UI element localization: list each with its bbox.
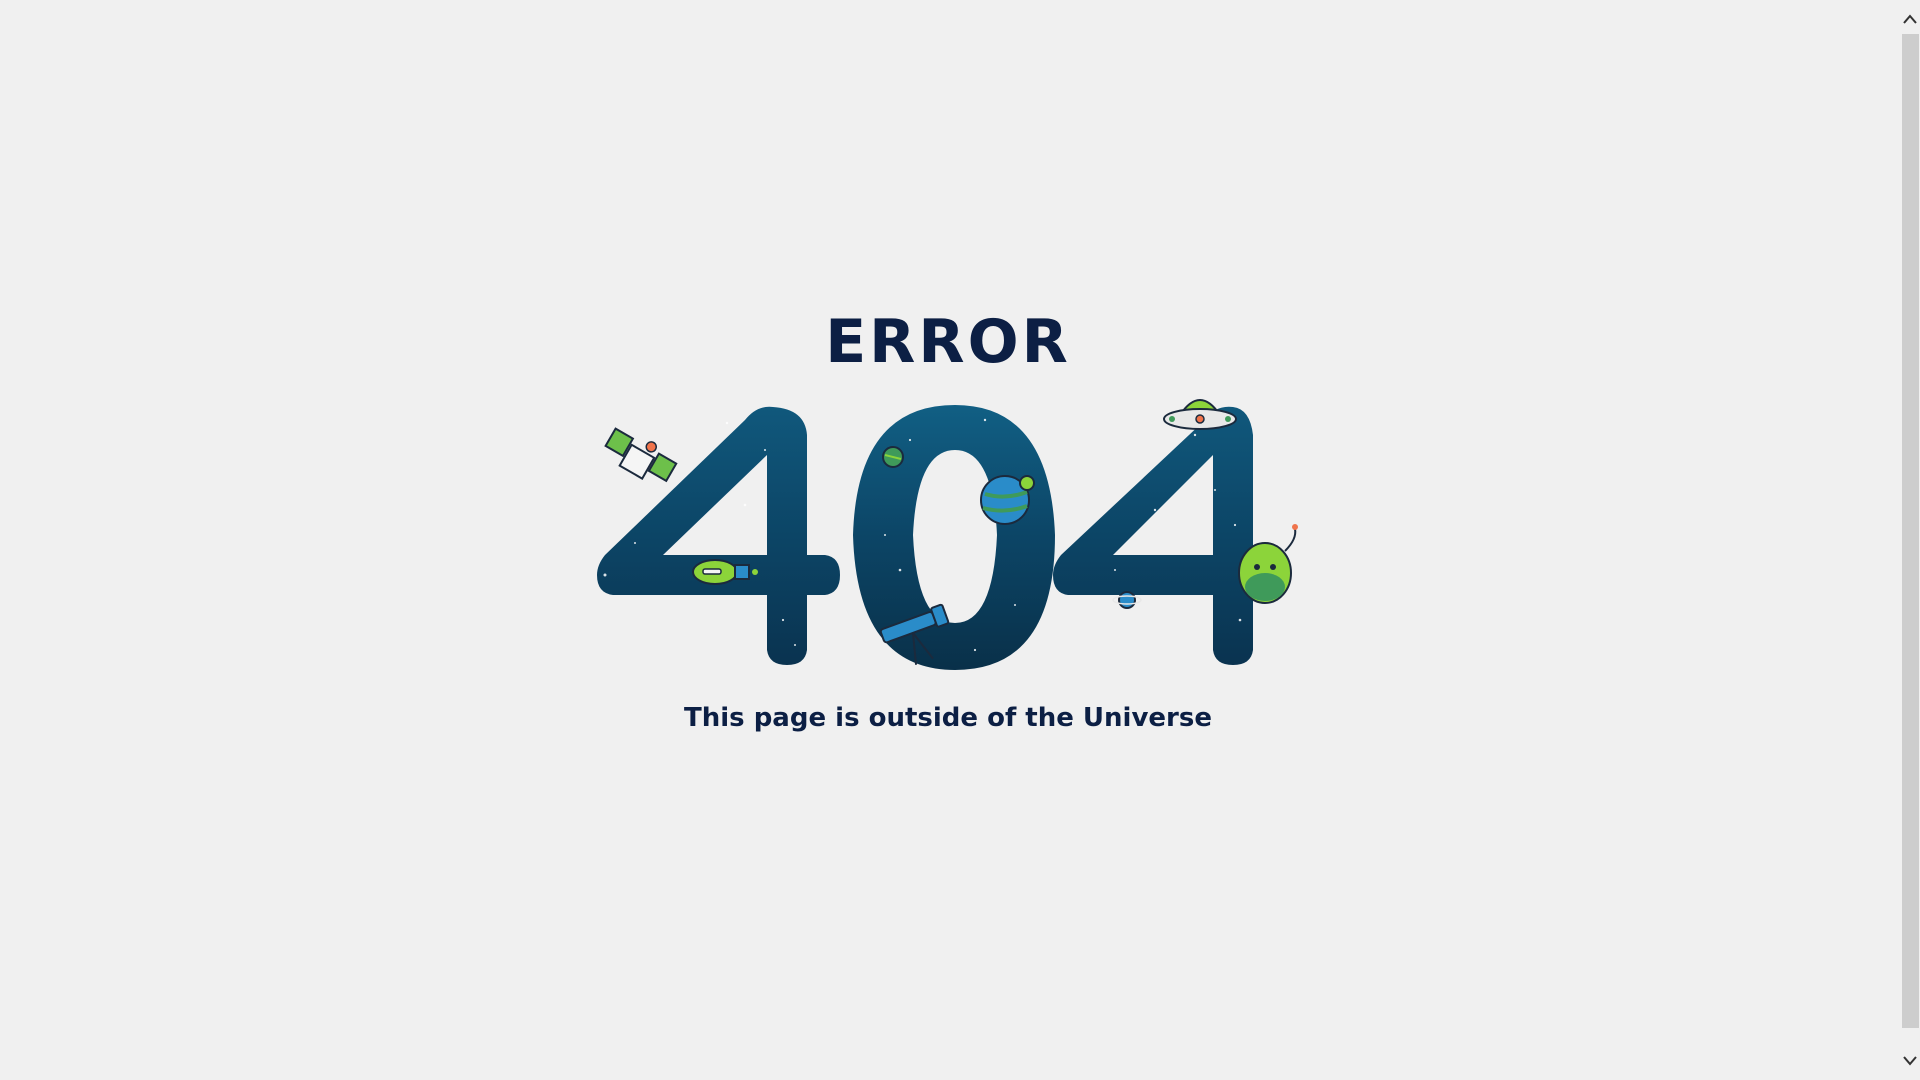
error-code-illustration: 4 0 4 xyxy=(597,399,1298,670)
scroll-up-arrow-icon xyxy=(1903,14,1917,24)
scroll-down-button[interactable] xyxy=(1900,1050,1920,1072)
scrollbar-thumb[interactable] xyxy=(1902,34,1919,1028)
satellite-icon xyxy=(604,427,678,483)
ufo-icon xyxy=(1163,399,1237,430)
vertical-scrollbar[interactable] xyxy=(1900,0,1920,1080)
digit-four-left: 4 xyxy=(597,406,840,665)
page-viewport: ERROR 4 0 4 xyxy=(0,0,1900,1080)
scroll-up-button[interactable] xyxy=(1900,8,1920,30)
scroll-down-arrow-icon xyxy=(1903,1056,1917,1066)
small-planet-icon xyxy=(882,446,904,468)
error-heading: ERROR xyxy=(825,307,1071,377)
error-message: This page is outside of the Universe xyxy=(684,703,1212,733)
